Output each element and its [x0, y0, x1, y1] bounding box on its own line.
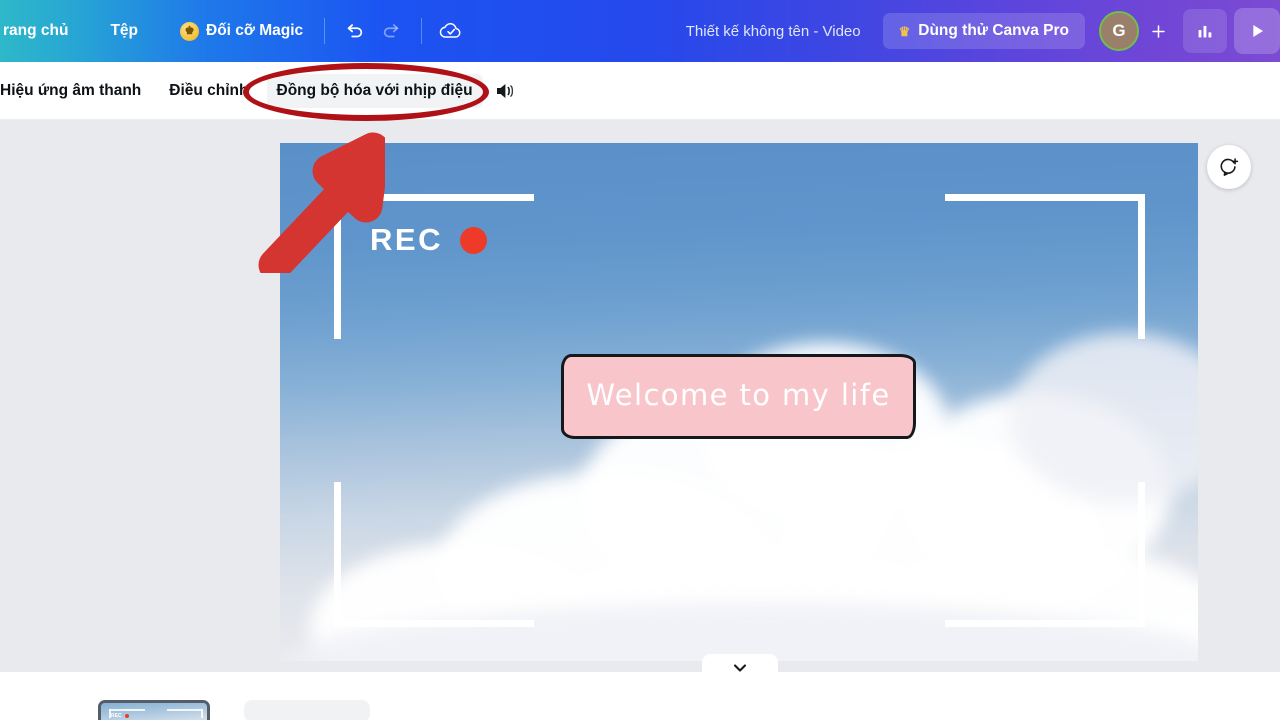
- undo-icon: [347, 24, 363, 38]
- bar-chart-icon: [1198, 25, 1212, 38]
- audio-toolbar: Hiệu ứng âm thanh Điều chỉnh Đồng bộ hóa…: [0, 62, 1280, 120]
- timeline-add-scene-placeholder[interactable]: [244, 700, 370, 720]
- crown-icon: ♛: [898, 23, 911, 39]
- rec-dot-icon: [459, 226, 487, 254]
- plus-icon: [1151, 24, 1165, 38]
- account-group: G: [1099, 11, 1175, 51]
- add-member-button[interactable]: [1141, 14, 1175, 48]
- top-toolbar-right: Thiết kế không tên - Video ♛ Dùng thử Ca…: [686, 0, 1280, 62]
- avatar[interactable]: G: [1099, 11, 1139, 51]
- present-button[interactable]: [1234, 8, 1280, 54]
- top-toolbar: rang chủ Tệp ♚ Đối cỡ Magic Thiết kế khô…: [0, 0, 1280, 62]
- magic-resize-label: Đối cỡ Magic: [206, 22, 304, 39]
- frame-bracket-bottom-right: [945, 620, 1145, 627]
- timeline-panel: REC: [0, 654, 1280, 720]
- welcome-text-sticker[interactable]: Welcome to my life: [561, 354, 916, 439]
- cloud-saved-button[interactable]: [432, 12, 470, 50]
- frame-bracket-top-left: [334, 194, 341, 339]
- try-canva-pro-button[interactable]: ♛ Dùng thử Canva Pro: [882, 13, 1085, 49]
- tab-sync-to-beat[interactable]: Đồng bộ hóa với nhịp điệu: [266, 73, 483, 108]
- timeline-scene-thumbnail[interactable]: REC: [98, 700, 210, 720]
- frame-bracket-bottom-left: [334, 620, 534, 627]
- timeline-thumbnails: REC: [98, 700, 370, 720]
- undo-button[interactable]: [335, 12, 373, 50]
- rec-label: REC: [370, 222, 443, 257]
- frame-bracket-bottom-right: [1138, 482, 1145, 627]
- redo-icon: [383, 24, 399, 38]
- thumbnail-frame-line: [201, 709, 203, 718]
- frame-bracket-top-right: [945, 194, 1145, 201]
- magic-resize-button[interactable]: ♚ Đối cỡ Magic: [169, 15, 314, 48]
- design-canvas[interactable]: REC Welcome to my life: [280, 143, 1198, 661]
- home-menu[interactable]: rang chủ: [0, 15, 79, 47]
- file-menu[interactable]: Tệp: [99, 15, 149, 47]
- redo-button[interactable]: [373, 12, 411, 50]
- add-comment-button[interactable]: [1207, 145, 1251, 189]
- frame-bracket-top-left: [334, 194, 534, 201]
- top-toolbar-left: rang chủ Tệp ♚ Đối cỡ Magic: [0, 0, 470, 62]
- tab-sound-effects[interactable]: Hiệu ứng âm thanh: [0, 74, 151, 108]
- volume-button[interactable]: [491, 77, 519, 105]
- rec-indicator: REC: [370, 222, 487, 258]
- document-title[interactable]: Thiết kế không tên - Video: [686, 23, 861, 40]
- sticker-label: Welcome to my life: [586, 378, 891, 412]
- thumbnail-frame-line: [167, 709, 203, 711]
- speaker-volume-icon: [496, 83, 513, 98]
- frame-bracket-bottom-left: [334, 482, 341, 627]
- thumbnail-rec-dot-icon: [125, 714, 129, 718]
- thumbnail-frame-line: [109, 709, 145, 711]
- add-comment-icon: [1220, 158, 1239, 176]
- insights-button[interactable]: [1183, 9, 1227, 53]
- crown-icon: ♚: [180, 21, 200, 41]
- toolbar-divider-1: [324, 18, 326, 44]
- tab-adjust[interactable]: Điều chỉnh: [159, 74, 258, 108]
- chevron-down-icon: [733, 664, 747, 672]
- canva-video-editor: rang chủ Tệp ♚ Đối cỡ Magic Thiết kế khô…: [0, 0, 1280, 720]
- cloud-check-icon: [439, 23, 461, 38]
- toolbar-divider-2: [421, 18, 423, 44]
- editor-workspace: REC Welcome to my life: [0, 120, 1280, 672]
- play-icon: [1253, 25, 1263, 37]
- timeline-collapse-button[interactable]: [702, 654, 778, 674]
- thumbnail-rec-label: REC: [111, 713, 122, 719]
- frame-bracket-top-right: [1138, 194, 1145, 339]
- try-canva-pro-label: Dùng thử Canva Pro: [918, 22, 1069, 39]
